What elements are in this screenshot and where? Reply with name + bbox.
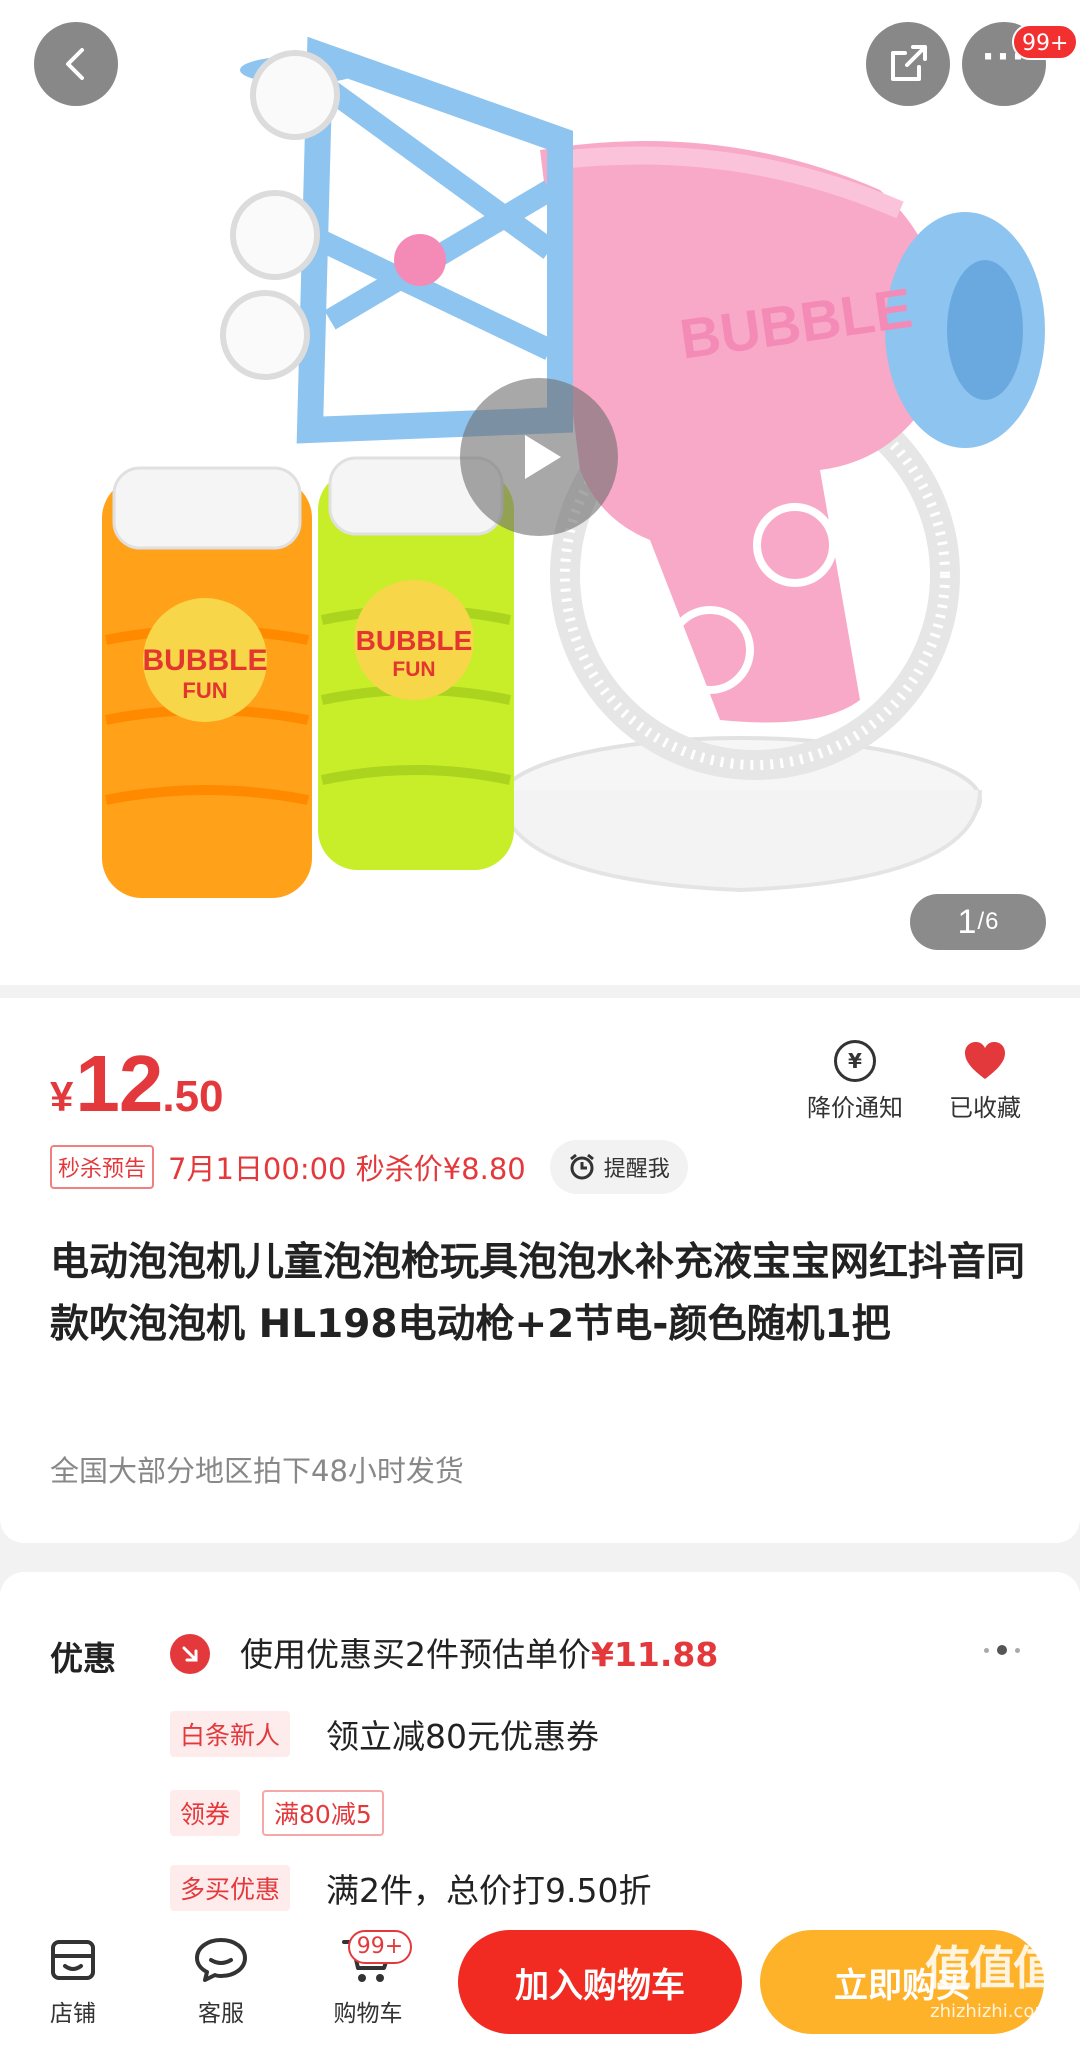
share-icon [891, 45, 927, 81]
flash-sale-text: 7月1日00:00 秒杀价¥8.80 [168, 1152, 526, 1186]
green-bottle-label-1: BUBBLE [356, 625, 473, 656]
product-detail-page: BUBBLE BUBBLE FUN BUBBLE FUN ··· 99+ 1 /… [0, 0, 1080, 2054]
product-image-gallery[interactable]: BUBBLE BUBBLE FUN BUBBLE FUN ··· 99+ 1 /… [0, 0, 1080, 985]
play-icon [525, 435, 561, 479]
promo-text-multi-buy: 满2件，总价打9.50折 [326, 1871, 652, 1910]
estimated-unit-price[interactable]: 使用优惠买2件预估单价¥11.88 [240, 1628, 718, 1676]
promotions-label: 优惠 [50, 1639, 116, 1678]
price-integer: 12 [75, 1039, 163, 1128]
shop-nav-label: 店铺 [50, 2001, 96, 2027]
image-counter-total: 6 [985, 908, 999, 935]
more-notification-badge: 99+ [1012, 24, 1079, 60]
price-alert-label: 降价通知 [807, 1094, 903, 1122]
share-button[interactable] [866, 22, 950, 106]
price-decimal: .50 [162, 1072, 224, 1121]
shipping-info: 全国大部分地区拍下48小时发货 [50, 1454, 464, 1488]
customer-service-nav-button[interactable]: 客服 [188, 1934, 254, 2028]
product-title: 电动泡泡机儿童泡泡枪玩具泡泡水补充液宝宝网红抖音同款吹泡泡机 HL198电动枪+… [50, 1240, 1026, 1347]
watermark-logo-text: 值值值 [925, 1941, 1059, 1995]
flash-sale-preview: 秒杀预告 7月1日00:00 秒杀价¥8.80 提醒我 [50, 1140, 688, 1194]
chevron-left-icon [66, 48, 84, 80]
watermark-url: zhizhizhi.com [930, 2001, 1052, 2022]
price-alert-icon: ¥ [834, 1040, 876, 1082]
promo-row-new-user[interactable]: 白条新人 领立减80元优惠券 [170, 1710, 599, 1758]
heart-icon [965, 1042, 1005, 1079]
shop-nav-button[interactable]: 店铺 [40, 1934, 106, 2028]
cart-count-badge: 99+ [348, 1930, 412, 1964]
coupon-chip[interactable]: 满80减5 [262, 1790, 384, 1836]
customer-service-label: 客服 [198, 2001, 244, 2027]
alarm-clock-icon [569, 1153, 594, 1180]
price-alert-button[interactable]: ¥ 降价通知 [800, 1040, 910, 1123]
product-price: ¥ 12 .50 [50, 1038, 224, 1130]
orange-bottle-label-1: BUBBLE [143, 644, 268, 677]
cart-nav-label: 购物车 [333, 2001, 403, 2027]
discount-arrow-icon [170, 1634, 210, 1674]
orange-bottle-label-2: FUN [182, 678, 227, 703]
image-counter-current: 1 [957, 902, 977, 941]
estimated-price-value: ¥11.88 [591, 1635, 719, 1674]
promo-text-baitiao: 领立减80元优惠券 [326, 1717, 600, 1756]
promo-tag-multi-buy: 多买优惠 [170, 1865, 291, 1911]
promo-row-coupon[interactable]: 领券 满80减5 [170, 1790, 384, 1836]
image-counter-separator: / [977, 908, 985, 935]
remind-me-label: 提醒我 [603, 1157, 670, 1182]
shop-icon [51, 1940, 95, 1980]
watermark-logo: 值值值 zhizhizhi.com [916, 1936, 1066, 2046]
play-video-button[interactable] [460, 378, 618, 536]
price-currency: ¥ [50, 1073, 74, 1120]
estimated-price-prefix: 使用优惠买2件预估单价 [240, 1635, 591, 1674]
image-counter: 1 / 6 [910, 894, 1046, 950]
green-bottle-label-2: FUN [392, 658, 435, 681]
chat-bubble-icon [195, 1938, 247, 1982]
favorite-button[interactable]: 已收藏 [930, 1040, 1040, 1123]
promo-pager-dots [984, 1645, 1020, 1655]
back-button[interactable] [34, 22, 118, 106]
flash-sale-tag: 秒杀预告 [50, 1145, 155, 1189]
favorite-label: 已收藏 [949, 1094, 1021, 1122]
add-to-cart-button[interactable]: 加入购物车 [458, 1930, 742, 2034]
promo-row-multi-buy[interactable]: 多买优惠 满2件，总价打9.50折 [170, 1864, 652, 1912]
promo-tag-baitiao: 白条新人 [170, 1711, 291, 1757]
remind-me-button[interactable]: 提醒我 [549, 1140, 688, 1194]
promo-tag-coupon: 领券 [170, 1790, 241, 1836]
